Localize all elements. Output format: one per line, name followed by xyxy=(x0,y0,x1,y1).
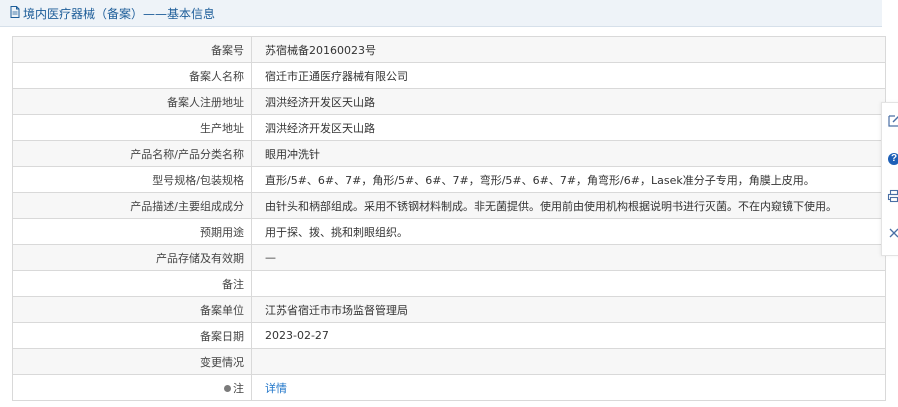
table-row: 备案单位 江苏省宿迁市市场监督管理局 xyxy=(12,296,886,323)
row-value: 江苏省宿迁市市场监督管理局 xyxy=(251,296,886,323)
row-label-note: 注 xyxy=(12,374,252,401)
row-value: 泗洪经济开发区天山路 xyxy=(251,88,886,115)
row-value: 详情 xyxy=(251,374,886,401)
table-row: 产品存储及有效期 — xyxy=(12,244,886,271)
row-label: 备案单位 xyxy=(12,296,252,323)
page-title: 境内医疗器械（备案）——基本信息 xyxy=(23,7,216,21)
row-value: 用于探、拨、挑和刺眼组织。 xyxy=(251,218,886,245)
table-row: 产品名称/产品分类名称 眼用冲洗针 xyxy=(12,140,886,167)
row-value xyxy=(251,270,886,297)
help-icon[interactable]: ? xyxy=(885,150,898,168)
table-row: 注 详情 xyxy=(12,374,886,401)
row-value: 由针头和柄部组成。采用不锈钢材料制成。非无菌提供。使用前由使用机构根据说明书进行… xyxy=(251,192,886,219)
row-label: 备案人注册地址 xyxy=(12,88,252,115)
details-link[interactable]: 详情 xyxy=(265,382,287,395)
table-row: 变更情况 xyxy=(12,348,886,375)
print-icon[interactable] xyxy=(885,187,898,205)
row-label: 产品描述/主要组成成分 xyxy=(12,192,252,219)
row-value: — xyxy=(251,244,886,271)
table-row: 产品描述/主要组成成分 由针头和柄部组成。采用不锈钢材料制成。非无菌提供。使用前由… xyxy=(12,192,886,219)
row-label: 产品存储及有效期 xyxy=(12,244,252,271)
table-row: 型号规格/包装规格 直形/5#、6#、7#，角形/5#、6#、7#，弯形/5#、6… xyxy=(12,166,886,193)
row-value: 直形/5#、6#、7#，角形/5#、6#、7#，弯形/5#、6#、7#，角弯形/… xyxy=(251,166,886,193)
row-label: 生产地址 xyxy=(12,114,252,141)
table-row: 备案人名称 宿迁市正通医疗器械有限公司 xyxy=(12,62,886,89)
close-icon[interactable] xyxy=(885,224,898,242)
info-table: 备案号 苏宿械备20160023号 备案人名称 宿迁市正通医疗器械有限公司 备案人注… xyxy=(12,36,886,401)
bullet-icon xyxy=(224,384,231,392)
row-value: 眼用冲洗针 xyxy=(251,140,886,167)
table-row: 生产地址 泗洪经济开发区天山路 xyxy=(12,114,886,141)
row-value: 2023-02-27 xyxy=(251,322,886,349)
table-row: 备注 xyxy=(12,270,886,297)
row-value: 宿迁市正通医疗器械有限公司 xyxy=(251,62,886,89)
row-label: 备注 xyxy=(12,270,252,297)
table-row: 备案号 苏宿械备20160023号 xyxy=(12,36,886,63)
row-value: 泗洪经济开发区天山路 xyxy=(251,114,886,141)
table-row: 备案日期 2023-02-27 xyxy=(12,322,886,349)
row-label: 产品名称/产品分类名称 xyxy=(12,140,252,167)
note-label: 注 xyxy=(233,381,244,395)
page-header: 境内医疗器械（备案）——基本信息 xyxy=(0,0,882,27)
row-value xyxy=(251,348,886,375)
row-label: 备案号 xyxy=(12,36,252,63)
page-title-container: 境内医疗器械（备案）——基本信息 xyxy=(10,5,215,22)
table-row: 备案人注册地址 泗洪经济开发区天山路 xyxy=(12,88,886,115)
table-row: 预期用途 用于探、拨、挑和刺眼组织。 xyxy=(12,218,886,245)
edit-icon[interactable] xyxy=(885,112,898,130)
row-label: 变更情况 xyxy=(12,348,252,375)
row-value: 苏宿械备20160023号 xyxy=(251,36,886,63)
row-label: 备案人名称 xyxy=(12,62,252,89)
row-label: 型号规格/包装规格 xyxy=(12,166,252,193)
row-label: 预期用途 xyxy=(12,218,252,245)
floating-toolbar: ? xyxy=(881,102,898,256)
row-label: 备案日期 xyxy=(12,322,252,349)
document-icon xyxy=(10,6,20,21)
